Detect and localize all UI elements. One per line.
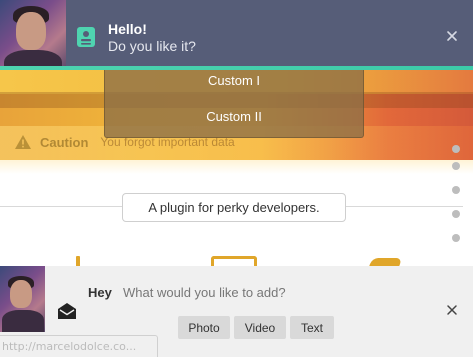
page: Caution You forgot important data Custom… [0, 0, 473, 357]
dropdown-item-custom-2[interactable]: Custom II [105, 109, 363, 124]
notification-title: Hello! [108, 21, 147, 37]
status-bar-url: http://marcelodolce.co... [0, 335, 158, 357]
nav-dot[interactable] [452, 162, 460, 170]
nav-dot[interactable] [452, 145, 460, 153]
notification-title: Hey [88, 285, 112, 300]
warning-icon [15, 135, 31, 149]
contact-card-icon [77, 27, 95, 47]
text-button[interactable]: Text [290, 316, 334, 339]
avatar [0, 266, 45, 332]
tagline-pill: A plugin for perky developers. [122, 193, 346, 222]
nav-dot[interactable] [452, 234, 460, 242]
dropdown-item-custom-1[interactable]: Custom I [105, 73, 363, 88]
top-notification: Hello! Do you like it? [0, 0, 473, 70]
envelope-icon [58, 303, 76, 319]
video-button[interactable]: Video [234, 316, 286, 339]
avatar [0, 0, 66, 70]
notification-message: Do you like it? [108, 38, 196, 54]
notification-accent-bar [0, 66, 473, 70]
nav-dot[interactable] [452, 210, 460, 218]
dropdown-menu: Custom I Custom II [104, 66, 364, 138]
nav-dot[interactable] [452, 186, 460, 194]
close-icon[interactable] [446, 304, 458, 316]
caution-title: Caution [40, 134, 89, 150]
close-icon[interactable] [444, 28, 460, 44]
notification-message: What would you like to add? [123, 285, 286, 300]
photo-button[interactable]: Photo [178, 316, 230, 339]
